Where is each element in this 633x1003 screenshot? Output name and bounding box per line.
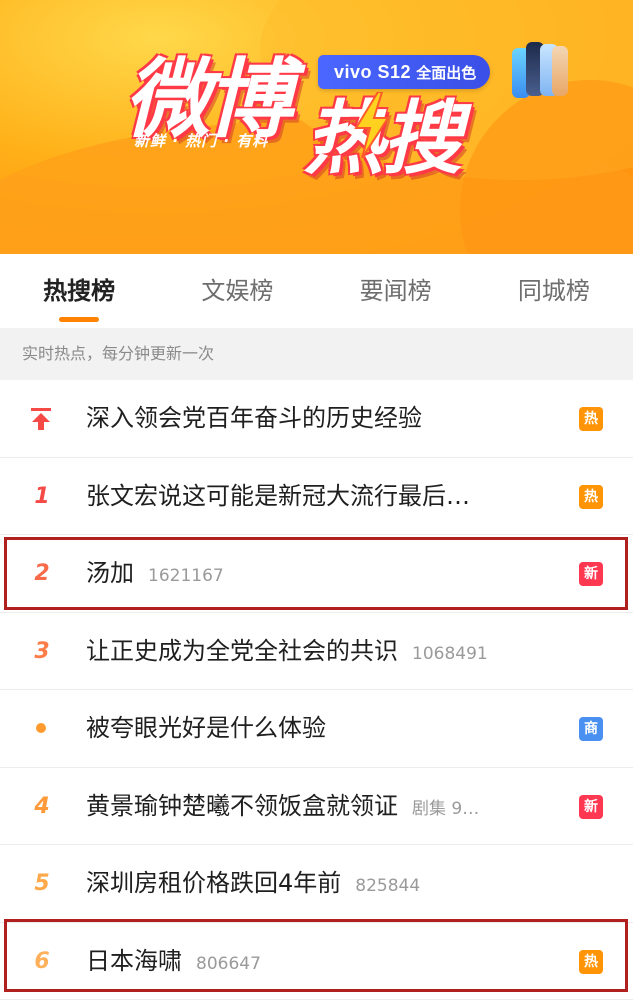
ranking-tabs: 热搜榜 文娱榜 要闻榜 同城榜 — [0, 254, 633, 328]
list-item[interactable]: 1 张文宏说这可能是新冠大流行最后… 热 — [0, 458, 633, 535]
list-item[interactable]: 6 日本海啸 806647 热 — [0, 923, 633, 1003]
new-badge: 新 — [579, 562, 603, 586]
list-item[interactable]: 5 深圳房租价格跌回4年前 825844 — [0, 845, 633, 923]
tab-hot-search[interactable]: 热搜榜 — [0, 254, 158, 328]
item-title: 让正史成为全党全社会的共识 1068491 — [86, 613, 488, 693]
search-count: 1068491 — [412, 643, 488, 664]
sponsor-brand: vivo S12 — [334, 62, 412, 82]
hot-search-list: 深入领会党百年奋斗的历史经验 热 1 张文宏说这可能是新冠大流行最后… 热 2 … — [0, 380, 633, 1000]
realtime-notice: 实时热点，每分钟更新一次 — [0, 328, 633, 380]
dot-icon — [36, 723, 46, 733]
item-title: 汤加 1621167 — [86, 535, 224, 615]
phones-image — [512, 40, 568, 104]
list-item[interactable]: 深入领会党百年奋斗的历史经验 热 — [0, 380, 633, 458]
rank-number: 4 — [34, 793, 50, 819]
hot-badge: 热 — [579, 407, 603, 431]
tab-label: 要闻榜 — [359, 277, 432, 305]
rank-number: 5 — [34, 871, 50, 896]
item-title: 黄景瑜钟楚曦不领饭盒就领证 剧集 9… — [86, 768, 479, 848]
search-count: 剧集 9… — [412, 798, 480, 819]
item-title: 被夸眼光好是什么体验 — [86, 690, 326, 767]
rank-number: 6 — [34, 948, 50, 974]
item-title-text: 日本海啸 — [86, 946, 182, 975]
list-item[interactable]: 被夸眼光好是什么体验 商 — [0, 690, 633, 768]
item-title: 张文宏说这可能是新冠大流行最后… — [86, 458, 470, 535]
rank-number: 3 — [34, 638, 50, 664]
lightning-bolt-icon — [354, 92, 390, 158]
ad-badge: 商 — [579, 717, 603, 741]
item-title: 深圳房租价格跌回4年前 825844 — [86, 845, 420, 925]
rank-number: 2 — [34, 561, 50, 586]
tab-label: 热搜榜 — [43, 277, 116, 305]
tab-entertainment[interactable]: 文娱榜 — [158, 254, 316, 328]
list-item[interactable]: 2 汤加 1621167 新 — [0, 535, 633, 613]
rank-number: 1 — [34, 483, 50, 509]
item-title-text: 汤加 — [86, 559, 134, 587]
item-title-text: 被夸眼光好是什么体验 — [86, 714, 326, 742]
pin-top-arrow-icon — [31, 408, 51, 430]
search-count: 825844 — [355, 876, 421, 896]
active-tab-indicator — [59, 317, 100, 322]
item-title: 深入领会党百年奋斗的历史经验 — [86, 380, 422, 457]
new-badge: 新 — [579, 794, 603, 819]
tab-local[interactable]: 同城榜 — [475, 254, 633, 328]
item-title-text: 黄景瑜钟楚曦不领饭盒就领证 — [86, 791, 398, 820]
hot-badge: 热 — [579, 949, 603, 974]
hot-badge: 热 — [579, 484, 603, 509]
item-title-text: 张文宏说这可能是新冠大流行最后… — [86, 481, 470, 510]
tab-news[interactable]: 要闻榜 — [317, 254, 475, 328]
tab-label: 同城榜 — [517, 277, 590, 305]
item-title-text: 深圳房租价格跌回4年前 — [86, 869, 342, 897]
search-count: 806647 — [196, 953, 261, 974]
hot-search-banner[interactable]: 微博 热搜 新鲜 · 热门 · 有料 vivo S12 全面出色 — [0, 0, 633, 254]
banner-slogan: 新鲜 · 热门 · 有料 — [134, 132, 269, 150]
search-count: 1621167 — [148, 566, 224, 586]
list-item[interactable]: 4 黄景瑜钟楚曦不领饭盒就领证 剧集 9… 新 — [0, 768, 633, 848]
sponsor-ad-pill[interactable]: vivo S12 全面出色 — [318, 55, 491, 89]
sponsor-tagline: 全面出色 — [416, 64, 477, 82]
item-title: 日本海啸 806647 — [86, 923, 261, 1003]
list-item[interactable]: 3 让正史成为全党全社会的共识 1068491 — [0, 613, 633, 693]
item-title-text: 让正史成为全党全社会的共识 — [86, 636, 398, 665]
item-title-text: 深入领会党百年奋斗的历史经验 — [86, 404, 422, 432]
tab-label: 文娱榜 — [201, 277, 274, 305]
